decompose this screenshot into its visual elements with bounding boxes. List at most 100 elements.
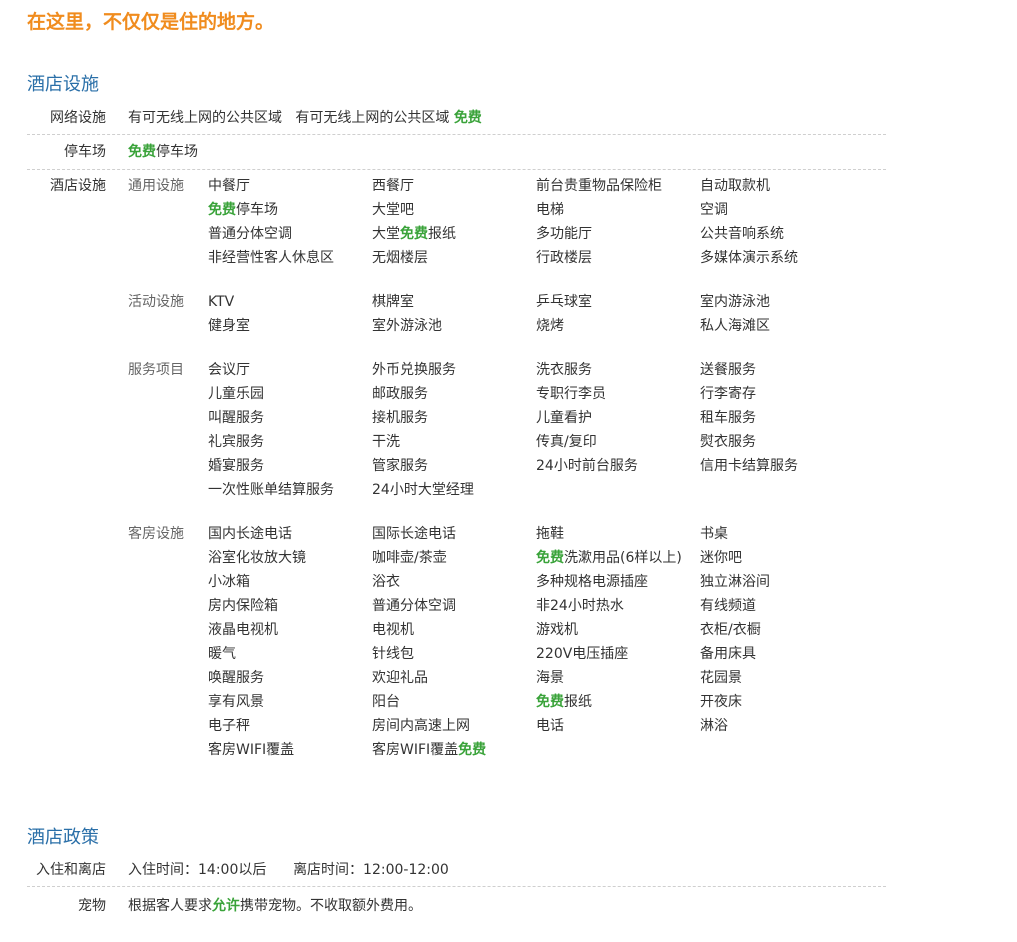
facility-item: 外币兑换服务 <box>372 358 536 382</box>
facility-item-label: 信用卡结算服务 <box>700 458 798 474</box>
free-badge: 免费 <box>453 110 482 126</box>
facility-item-label: 非经营性客人休息区 <box>208 250 334 266</box>
facility-item-label: 普通分体空调 <box>372 598 456 614</box>
facility-item: 租车服务 <box>700 406 864 430</box>
facility-item: 婚宴服务 <box>208 454 372 478</box>
facility-item: 欢迎礼品 <box>372 666 536 690</box>
facility-item: 非24小时热水 <box>536 594 700 618</box>
facility-item-label: 管家服务 <box>372 458 428 474</box>
facility-item: 免费报纸 <box>536 690 700 714</box>
facility-item-label: 电梯 <box>536 202 564 218</box>
facility-item: 自动取款机 <box>700 174 864 198</box>
facility-item: 接机服务 <box>372 406 536 430</box>
facility-item: 浴衣 <box>372 570 536 594</box>
facility-item-label: 花园景 <box>700 670 742 686</box>
facility-item-label: 有线频道 <box>700 598 756 614</box>
facility-item-label: 非24小时热水 <box>536 598 624 614</box>
facility-item: 衣柜/衣橱 <box>700 618 864 642</box>
facility-item: 液晶电视机 <box>208 618 372 642</box>
facility-item-label: 干洗 <box>372 434 400 450</box>
facility-item-label: 欢迎礼品 <box>372 670 428 686</box>
free-badge: 免费 <box>536 694 564 710</box>
facility-item: 220V电压插座 <box>536 642 700 666</box>
facility-item: 电话 <box>536 714 700 738</box>
facility-item-label: 洗衣服务 <box>536 362 592 378</box>
facility-item-label: 小冰箱 <box>208 574 250 590</box>
facility-item-label: 衣柜/衣橱 <box>700 622 761 638</box>
facilities-section-title: 酒店设施 <box>27 74 99 95</box>
facility-item-label: 报纸 <box>428 226 456 242</box>
facility-item-label: 传真/复印 <box>536 434 597 450</box>
pets-value: 根据客人要求允许携带宠物。不收取额外费用。 <box>128 894 422 918</box>
parking-row: 停车场 免费停车场 <box>27 140 886 170</box>
facility-item: 拖鞋 <box>536 522 700 546</box>
facility-item: 无烟楼层 <box>372 246 536 270</box>
network-text-2: 有可无线上网的公共区域 <box>295 110 450 126</box>
group-label-general: 通用设施 <box>128 178 184 194</box>
facility-item-label: 报纸 <box>564 694 592 710</box>
facility-item: 免费停车场 <box>208 198 372 222</box>
facility-item-label: 婚宴服务 <box>208 458 264 474</box>
facility-item-label: 室外游泳池 <box>372 318 442 334</box>
facility-item: 游戏机 <box>536 618 700 642</box>
facility-item: 儿童乐园 <box>208 382 372 406</box>
facility-item-label: 会议厅 <box>208 362 250 378</box>
facility-item: 花园景 <box>700 666 864 690</box>
facility-item-label: 前台贵重物品保险柜 <box>536 178 662 194</box>
network-value: 有可无线上网的公共区域 有可无线上网的公共区域 免费 <box>128 106 482 130</box>
facility-item: 会议厅 <box>208 358 372 382</box>
facility-item: 干洗 <box>372 430 536 454</box>
facility-item-label: 无烟楼层 <box>372 250 428 266</box>
facility-item-label: 大堂吧 <box>372 202 414 218</box>
parking-label: 停车场 <box>64 144 106 160</box>
group-grid-activities: KTV 棋牌室 乒乓球室 室内游泳池 健身室 室外游泳池 烧烤 私人海滩区 <box>208 290 868 338</box>
parking-value: 免费停车场 <box>128 140 198 164</box>
free-badge: 免费 <box>128 144 156 160</box>
facility-item-label: 专职行李员 <box>536 386 606 402</box>
facility-item: 海景 <box>536 666 700 690</box>
facility-item-label: 拖鞋 <box>536 526 564 542</box>
facility-item-label: 浴室化妆放大镜 <box>208 550 306 566</box>
facility-item: 电梯 <box>536 198 700 222</box>
facility-item-label: 海景 <box>536 670 564 686</box>
checkin-label: 入住和离店 <box>36 862 106 878</box>
facility-item: 国际长途电话 <box>372 522 536 546</box>
facility-item: 客房WIFI覆盖免费 <box>372 738 536 762</box>
facility-item: 空调 <box>700 198 864 222</box>
facility-item: 24小时前台服务 <box>536 454 700 478</box>
facility-item: 一次性账单结算服务 <box>208 478 372 502</box>
checkin-value: 入住时间：14:00以后 离店时间：12:00-12:00 <box>128 858 449 882</box>
facility-item-label: 接机服务 <box>372 410 428 426</box>
facility-item-label: KTV <box>208 294 235 310</box>
network-label: 网络设施 <box>50 110 106 126</box>
pets-text-pre: 根据客人要求 <box>128 898 212 914</box>
facility-item: 儿童看护 <box>536 406 700 430</box>
facility-item-label: 房间内高速上网 <box>372 718 470 734</box>
facility-item: 礼宾服务 <box>208 430 372 454</box>
facility-item: 行政楼层 <box>536 246 700 270</box>
free-badge: 免费 <box>536 550 564 566</box>
network-text-1: 有可无线上网的公共区域 <box>128 110 282 126</box>
facility-item-label: 邮政服务 <box>372 386 428 402</box>
facility-item-label: 电视机 <box>372 622 414 638</box>
facility-item: 非经营性客人休息区 <box>208 246 372 270</box>
page-slogan: 在这里，不仅仅是住的地方。 <box>27 11 275 33</box>
pets-allowed-highlight: 允许 <box>212 898 240 914</box>
facility-item: 大堂吧 <box>372 198 536 222</box>
group-grid-services: 会议厅 外币兑换服务 洗衣服务 送餐服务 儿童乐园 邮政服务 专职行李员 行李寄存 叫醒服务 接机… <box>208 358 868 502</box>
facility-item: 有线频道 <box>700 594 864 618</box>
facility-item-label: 乒乓球室 <box>536 294 592 310</box>
group-label-room: 客房设施 <box>128 526 184 542</box>
facility-item-label: 唤醒服务 <box>208 670 264 686</box>
facility-item-label: 液晶电视机 <box>208 622 278 638</box>
facility-item: 多种规格电源插座 <box>536 570 700 594</box>
facility-item-label: 浴衣 <box>372 574 400 590</box>
facility-item-label: 电子秤 <box>208 718 250 734</box>
facility-item: 叫醒服务 <box>208 406 372 430</box>
facility-item: 备用床具 <box>700 642 864 666</box>
facility-item-label: 叫醒服务 <box>208 410 264 426</box>
policy-section-title: 酒店政策 <box>27 827 99 848</box>
facility-item-label: 行政楼层 <box>536 250 592 266</box>
facility-item: 淋浴 <box>700 714 864 738</box>
facility-item-label: 一次性账单结算服务 <box>208 482 334 498</box>
